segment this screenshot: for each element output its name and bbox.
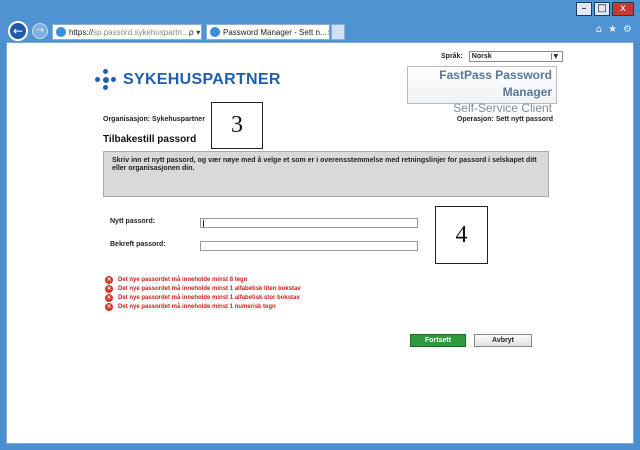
product-banner: FastPass Password Manager Self-Service C… [407, 66, 557, 115]
operation-label: Operasjon: Sett nytt passord [456, 116, 553, 123]
new-password-field[interactable] [200, 218, 418, 228]
error-text: Det nye passordet må inneholde minst 8 t… [118, 276, 248, 283]
language-select[interactable]: Norsk ▼ [468, 51, 563, 62]
favorites-star-icon[interactable]: ★ [608, 24, 617, 35]
address-host: sp.passord.sykehuspartn... [93, 27, 189, 37]
continue-button[interactable]: Fortsett [410, 334, 466, 347]
error-text: Det nye passordet må inneholde minst 1 a… [118, 285, 301, 292]
cancel-button[interactable]: Avbryt [474, 334, 532, 347]
confirm-password-field[interactable] [200, 241, 418, 251]
new-password-label: Nytt passord: [110, 218, 156, 225]
sykehuspartner-logo: SYKEHUSPARTNER [95, 69, 281, 91]
confirm-password-label: Bekreft passord: [110, 241, 166, 248]
language-label: Språk: [441, 53, 463, 60]
back-arrow-icon[interactable]: ← [8, 21, 28, 41]
error-icon: × [105, 302, 113, 311]
error-icon: × [105, 275, 113, 284]
address-scheme: https:// [69, 27, 94, 37]
tab-close-icon[interactable]: × [327, 28, 329, 37]
new-tab-button[interactable] [331, 24, 345, 40]
callout-3: 3 [211, 102, 263, 149]
tab-site-icon [210, 27, 220, 37]
site-icon [56, 27, 66, 37]
browser-toolbar-icons: ⌂ ★ ⚙ [596, 24, 632, 35]
callout-4: 4 [435, 206, 488, 264]
error-text: Det nye passordet må inneholde minst 1 a… [118, 294, 300, 301]
settings-gear-icon[interactable]: ⚙ [623, 24, 632, 35]
text-caret [203, 220, 204, 227]
product-title: FastPass Password Manager [439, 68, 552, 99]
error-item: × Det nye passordet må inneholde minst 1… [105, 302, 301, 311]
page-viewport: Språk: Norsk ▼ SYKEHUSPARTNER FastPass P… [6, 42, 634, 444]
home-icon[interactable]: ⌂ [596, 24, 602, 35]
logo-text: SYKEHUSPARTNER [123, 71, 281, 88]
error-icon: × [105, 284, 113, 293]
password-errors-list: × Det nye passordet må inneholde minst 8… [105, 275, 301, 311]
organisation-label: Organisasjon: Sykehuspartner [103, 116, 205, 123]
window-controls: – □ x [576, 2, 634, 16]
chevron-down-icon: ▼ [550, 53, 560, 60]
forward-arrow-icon[interactable]: → [32, 23, 48, 39]
address-tools-icons[interactable]: ρ ▾ 🔒 ↻ [189, 28, 201, 37]
language-selector-row: Språk: Norsk ▼ [441, 51, 563, 62]
close-window-button[interactable]: x [612, 2, 634, 16]
minimize-button[interactable]: – [576, 2, 592, 16]
browser-tab[interactable]: Password Manager - Sett n... × [206, 24, 330, 40]
logo-dots-icon [95, 69, 117, 91]
error-item: × Det nye passordet må inneholde minst 1… [105, 284, 301, 293]
instructions-text: Skriv inn et nytt passord, og vær nøye m… [112, 157, 537, 172]
error-text: Det nye passordet må inneholde minst 1 n… [118, 303, 276, 310]
password-reset-page: Språk: Norsk ▼ SYKEHUSPARTNER FastPass P… [7, 43, 633, 443]
error-item: × Det nye passordet må inneholde minst 1… [105, 293, 301, 302]
language-value: Norsk [471, 53, 492, 60]
address-bar[interactable]: https:// sp.passord.sykehuspartn... ρ ▾ … [52, 24, 202, 40]
maximize-button[interactable]: □ [594, 2, 610, 16]
error-icon: × [105, 293, 113, 302]
product-subtitle: Self-Service Client [453, 101, 552, 115]
instructions-box: Skriv inn et nytt passord, og vær nøye m… [103, 151, 549, 197]
page-title: Tilbakestill passord [103, 134, 197, 145]
browser-toolbar: – □ x ← → https:// sp.passord.sykehuspar… [0, 0, 640, 42]
tab-title: Password Manager - Sett n... [223, 27, 327, 37]
error-item: × Det nye passordet må inneholde minst 8… [105, 275, 301, 284]
